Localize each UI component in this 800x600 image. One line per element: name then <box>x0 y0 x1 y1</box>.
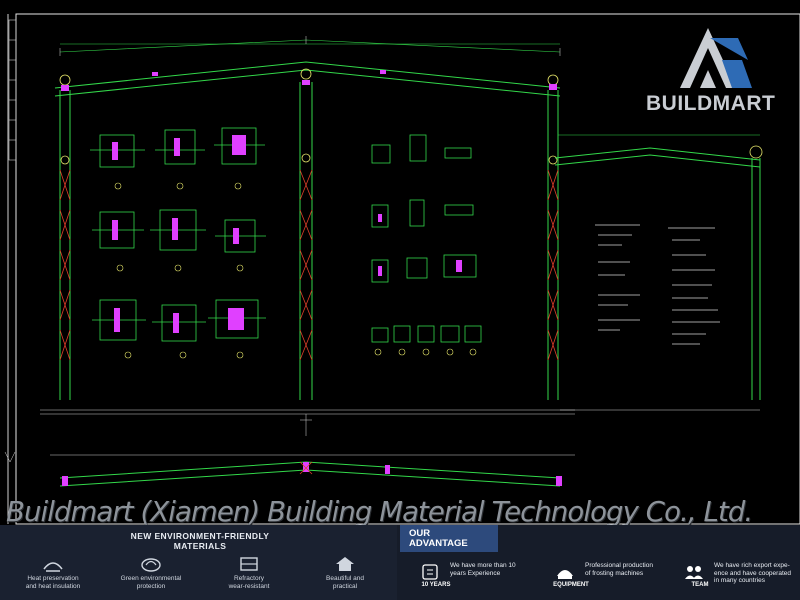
experience-icon <box>420 564 440 580</box>
refractory-icon <box>238 555 260 573</box>
heat-preservation-icon <box>42 555 64 573</box>
feature-refractory: Refractory wear-resistant <box>204 555 294 590</box>
logo-mark-icon <box>680 28 752 88</box>
team-icon <box>684 564 704 580</box>
green-environment-icon <box>140 555 162 573</box>
advantage-title: OUR ADVANTAGE <box>400 525 498 552</box>
feature-green-environment: Green environmental protection <box>106 555 196 590</box>
equipment-icon <box>555 564 575 580</box>
house-icon <box>334 555 356 573</box>
materials-title: NEW ENVIRONMENT-FRIENDLY MATERIALS <box>130 531 270 551</box>
logo-wordmark: BUILDMART <box>646 92 776 115</box>
feature-heat-preservation: Heat preservation and heat insulation <box>8 555 98 590</box>
feature-beautiful-practical: Beautiful and practical <box>300 555 390 590</box>
materials-section: NEW ENVIRONMENT-FRIENDLY MATERIALS Heat … <box>0 525 397 600</box>
